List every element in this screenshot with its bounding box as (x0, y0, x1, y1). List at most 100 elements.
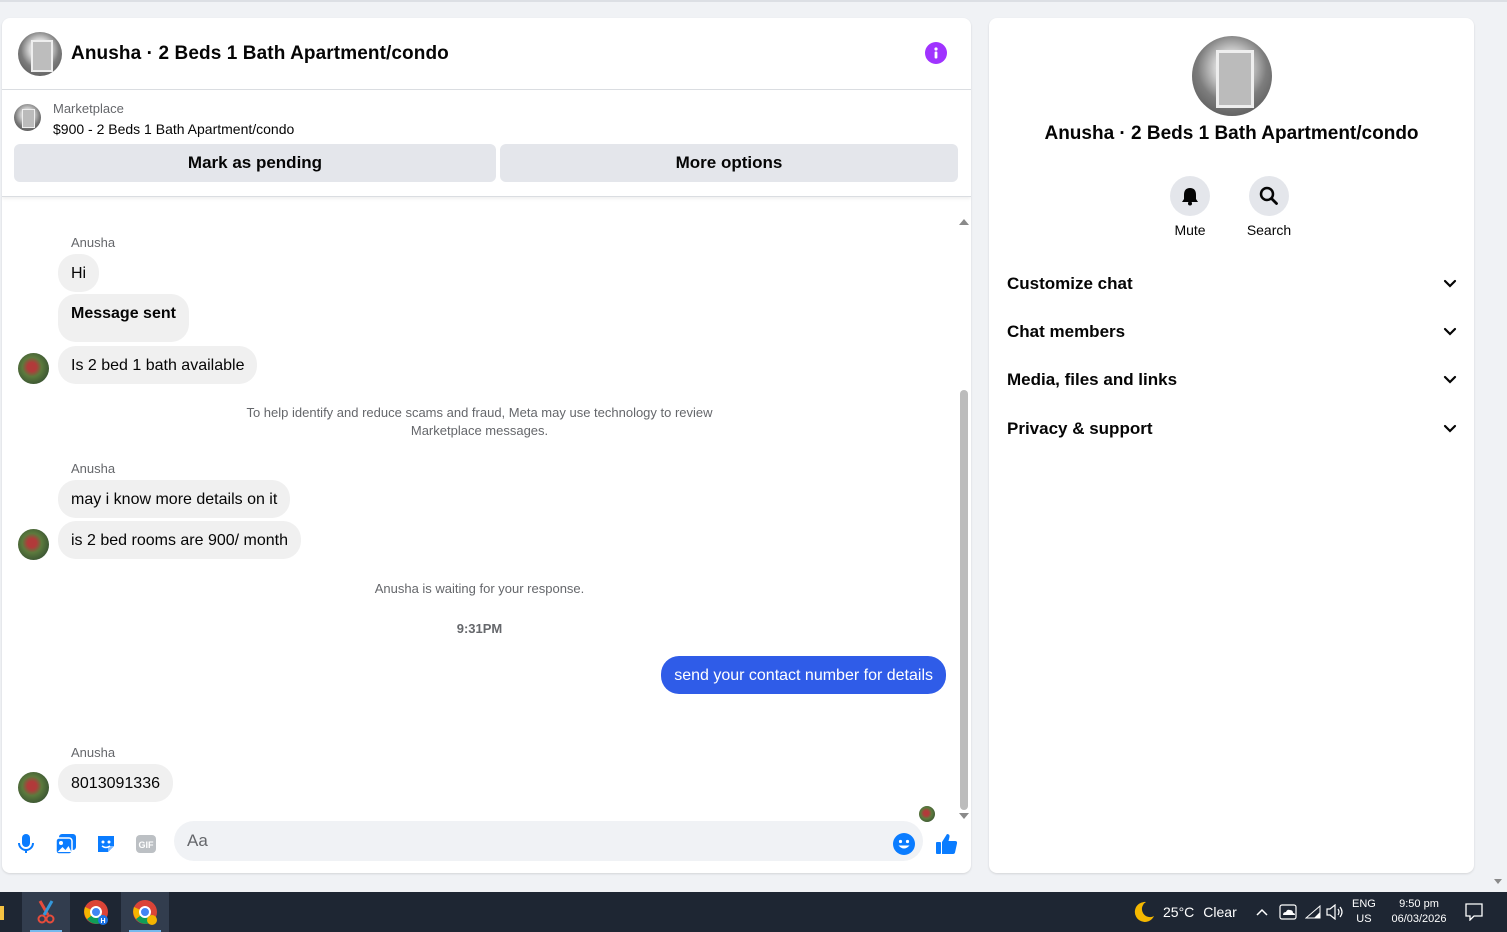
notification-icon (1465, 903, 1483, 921)
clock-time: 9:50 pm (1399, 898, 1439, 910)
taskbar-snipping-tool[interactable] (22, 892, 70, 932)
scroll-down-arrow[interactable] (959, 813, 969, 819)
weather-temperature: 25°C (1163, 904, 1195, 920)
conversation-avatar[interactable] (18, 31, 62, 76)
scroll-up-arrow[interactable] (959, 219, 969, 225)
clock-date: 06/03/2026 (1391, 913, 1447, 925)
info-panel-title: Anusha · 2 Beds 1 Bath Apartment/condo (1044, 123, 1419, 144)
chat-panel: Anusha · 2 Beds 1 Bath Apartment/condo M… (2, 18, 971, 873)
message-scrollbar[interactable] (957, 215, 971, 825)
section-chat-members[interactable]: Chat members (997, 310, 1467, 354)
windows-taskbar: H 25°C Clear ENG US 9:50 pm 06/03/2026 (0, 892, 1507, 932)
info-icon (934, 47, 938, 59)
language-code: ENG (1352, 898, 1376, 910)
moon-icon (1134, 901, 1154, 922)
snipping-tool-icon (37, 900, 55, 924)
message-timestamp: 9:31PM (456, 621, 503, 636)
outgoing-message-bubble[interactable]: send your contact number for details (661, 656, 946, 694)
message-list: Anusha Hi Message sent Is 2 bed 1 bath a… (2, 215, 957, 822)
voice-clip-button[interactable] (14, 832, 38, 856)
gif-icon: GIF (136, 835, 156, 853)
page-scroll-down-arrow[interactable] (1494, 879, 1502, 884)
notification-center-button[interactable] (1465, 892, 1483, 932)
volume-tray[interactable] (1326, 892, 1344, 932)
message-bubble[interactable]: 8013091336 (58, 764, 173, 802)
section-privacy-support[interactable]: Privacy & support (997, 407, 1467, 451)
section-media-files-links[interactable]: Media, files and links (997, 358, 1467, 402)
mute-label: Mute (1174, 222, 1206, 238)
sender-avatar[interactable] (18, 353, 49, 384)
conversation-title[interactable]: Anusha · 2 Beds 1 Bath Apartment/condo (71, 43, 449, 65)
bell-icon (1182, 188, 1198, 206)
message-input[interactable] (174, 821, 923, 861)
microphone-icon (18, 834, 34, 853)
taskbar-file-explorer[interactable] (0, 892, 10, 932)
weather-condition: Clear (1203, 904, 1237, 920)
onedrive-icon (1279, 904, 1297, 920)
chrome-icon (133, 900, 157, 925)
listing-thumbnail[interactable] (14, 104, 41, 131)
input-language[interactable]: ENG US (1352, 892, 1376, 932)
message-bubble[interactable]: Hi (58, 254, 100, 292)
thumbs-up-icon (936, 834, 958, 854)
safety-notice-line: Marketplace messages. (410, 423, 549, 438)
attach-photo-button[interactable] (54, 832, 78, 856)
taskbar-clock[interactable]: 9:50 pm 06/03/2026 (1387, 892, 1451, 932)
mute-action[interactable]: Mute (1150, 176, 1230, 238)
mute-button[interactable] (1170, 176, 1210, 216)
emoji-icon (893, 833, 915, 855)
search-label: Search (1246, 222, 1292, 238)
chat-header: Anusha · 2 Beds 1 Bath Apartment/condo (2, 18, 971, 90)
emoji-button[interactable] (892, 832, 916, 856)
section-label: Privacy & support (1007, 419, 1153, 438)
show-hidden-icons-button[interactable] (1255, 892, 1269, 932)
chevron-down-icon (1443, 375, 1457, 384)
message-bubble[interactable]: Is 2 bed 1 bath available (58, 346, 258, 384)
volume-icon (1326, 904, 1343, 920)
chevron-up-icon (1256, 908, 1268, 916)
info-button[interactable] (925, 42, 947, 64)
network-tray[interactable] (1305, 892, 1321, 932)
sender-name: Anusha (71, 235, 116, 250)
search-icon (1259, 186, 1278, 205)
section-label: Chat members (1007, 322, 1126, 341)
taskbar-chrome-profile-h[interactable]: H (72, 892, 120, 932)
message-bubble[interactable]: may i know more details on it (58, 480, 291, 518)
scroll-thumb[interactable] (960, 390, 968, 810)
conversation-info-panel: Anusha · 2 Beds 1 Bath Apartment/condo M… (989, 18, 1474, 873)
sender-name: Anusha (71, 461, 116, 476)
sender-avatar[interactable] (18, 529, 49, 560)
keyboard-layout: US (1356, 913, 1372, 925)
gif-button[interactable]: GIF (134, 832, 158, 856)
wifi-icon (1305, 905, 1321, 919)
svg-text:GIF: GIF (139, 840, 155, 850)
message-bubble[interactable]: is 2 bed rooms are 900/ month (58, 521, 302, 559)
photo-icon (55, 834, 76, 855)
search-button[interactable] (1249, 176, 1289, 216)
conversation-large-avatar[interactable] (1192, 36, 1272, 116)
taskbar-chrome-profile-2[interactable] (121, 892, 169, 932)
chevron-down-icon (1443, 279, 1457, 288)
sticker-icon (98, 836, 114, 852)
marketplace-listing: Marketplace $900 - 2 Beds 1 Bath Apartme… (2, 90, 971, 197)
safety-notice-line: To help identify and reduce scams and fr… (246, 405, 713, 420)
weather-widget[interactable]: 25°C Clear (1131, 892, 1237, 932)
section-label: Customize chat (1007, 274, 1133, 293)
onedrive-tray[interactable] (1279, 892, 1297, 932)
message-bubble[interactable]: Message sent (58, 294, 189, 342)
safety-notice: To help identify and reduce scams and fr… (2, 404, 957, 440)
chevron-down-icon (1443, 424, 1457, 433)
listing-source-label: Marketplace (53, 101, 124, 116)
message-composer: GIF (2, 820, 971, 873)
sender-avatar[interactable] (18, 772, 49, 803)
more-options-button[interactable]: More options (500, 144, 958, 182)
folder-icon (0, 906, 4, 920)
listing-price-title[interactable]: $900 - 2 Beds 1 Bath Apartment/condo (53, 118, 294, 140)
chevron-down-icon (1443, 327, 1457, 336)
section-customize-chat[interactable]: Customize chat (997, 262, 1467, 306)
mark-as-pending-button[interactable]: Mark as pending (14, 144, 496, 182)
sticker-button[interactable] (94, 832, 118, 856)
like-button[interactable] (935, 832, 959, 856)
search-action[interactable]: Search (1229, 176, 1309, 238)
sender-name: Anusha (71, 745, 116, 760)
